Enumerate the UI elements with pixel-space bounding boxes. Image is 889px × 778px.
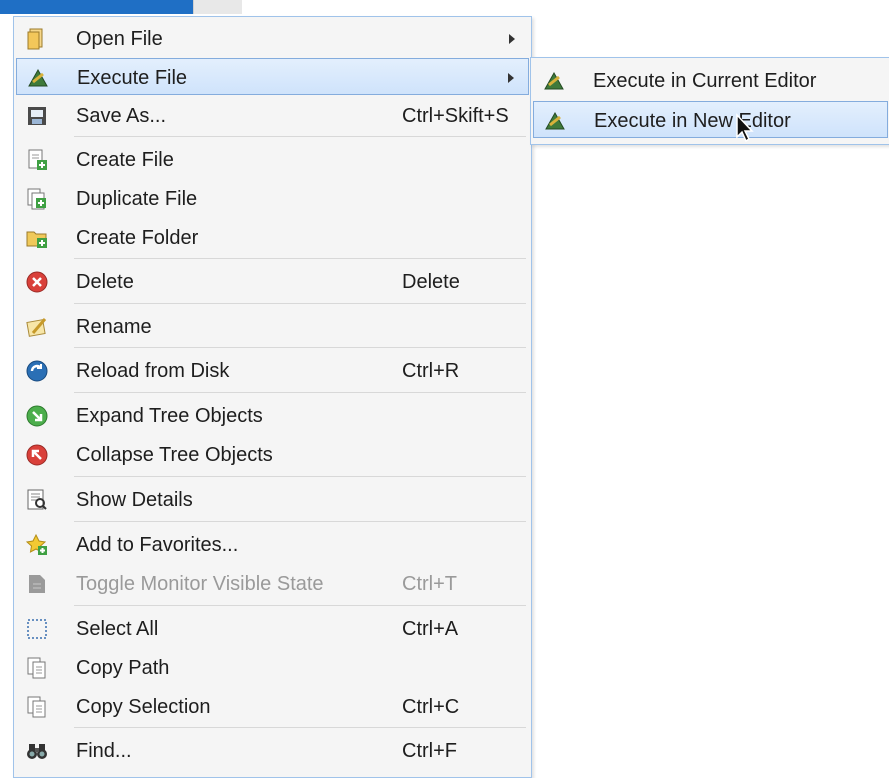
submenu-item-label: Execute in Current Editor [593,70,817,92]
menu-item-copy-path[interactable]: Copy Path [16,649,529,686]
favorites-star-icon [25,533,49,557]
menu-item-label: Rename [76,316,152,338]
delete-icon [25,270,49,294]
monitor-icon [25,572,49,596]
details-icon [25,488,49,512]
execute-icon [543,109,567,133]
menu-separator [74,605,526,606]
submenu-item-label: Execute in New Editor [594,110,791,132]
menu-item-select-all[interactable]: Select All Ctrl+A [16,610,529,647]
menu-item-label: Collapse Tree Objects [76,444,273,466]
menu-item-label: Add to Favorites... [76,534,239,556]
create-file-icon [25,148,49,172]
menu-item-save-as[interactable]: Save As... Ctrl+Skift+S [16,97,529,134]
menu-item-toggle-monitor[interactable]: Toggle Monitor Visible State Ctrl+T [16,565,529,602]
menu-item-label: Find... [76,740,132,762]
collapse-icon [25,443,49,467]
copy-path-icon [25,656,49,680]
menu-item-label: Execute File [77,67,188,89]
menu-item-shortcut: Ctrl+C [402,696,460,718]
menu-item-label: Duplicate File [76,188,198,210]
menu-separator [74,136,526,137]
menu-item-show-details[interactable]: Show Details [16,481,529,518]
menu-separator [74,476,526,477]
menu-separator [74,727,526,728]
submenu-arrow-icon [508,73,514,83]
background-tab [0,0,193,14]
menu-item-create-file[interactable]: Create File [16,141,529,178]
background-panel [193,0,242,14]
menu-item-reload[interactable]: Reload from Disk Ctrl+R [16,352,529,389]
execute-submenu: Execute in Current Editor Execute in New… [530,57,889,145]
execute-icon [26,66,50,90]
menu-item-rename[interactable]: Rename [16,308,529,345]
menu-item-shortcut: Ctrl+Skift+S [402,105,509,127]
menu-item-label: Create File [76,149,174,171]
duplicate-file-icon [25,187,49,211]
menu-separator [74,303,526,304]
binoculars-icon [25,739,49,763]
menu-item-collapse-tree[interactable]: Collapse Tree Objects [16,436,529,473]
folder-open-icon [25,27,49,51]
context-menu: Open File Execute File Save As... Ctrl+S… [13,16,532,778]
menu-item-label: Copy Selection [76,696,211,718]
menu-item-label: Select All [76,618,159,640]
menu-separator [74,258,526,259]
menu-item-shortcut: Ctrl+R [402,360,460,382]
menu-item-add-favorites[interactable]: Add to Favorites... [16,526,529,563]
submenu-item-execute-new[interactable]: Execute in New Editor [533,101,888,138]
menu-item-label: Expand Tree Objects [76,405,263,427]
menu-item-label: Toggle Monitor Visible State [76,573,324,595]
submenu-item-execute-current[interactable]: Execute in Current Editor [533,62,888,99]
menu-item-shortcut: Ctrl+A [402,618,459,640]
save-as-icon [25,104,49,128]
menu-item-expand-tree[interactable]: Expand Tree Objects [16,397,529,434]
menu-item-find[interactable]: Find... Ctrl+F [16,732,529,769]
create-folder-icon [25,226,49,250]
menu-separator [74,521,526,522]
menu-item-shortcut: Ctrl+T [402,573,457,595]
menu-item-label: Reload from Disk [76,360,230,382]
menu-item-shortcut: Delete [402,271,460,293]
menu-item-label: Show Details [76,489,193,511]
menu-item-copy-selection[interactable]: Copy Selection Ctrl+C [16,688,529,725]
menu-separator [74,392,526,393]
execute-icon [542,69,566,93]
menu-item-delete[interactable]: Delete Delete [16,263,529,300]
mouse-cursor-icon [736,113,754,143]
menu-item-label: Delete [76,271,134,293]
menu-item-label: Open File [76,28,163,50]
menu-item-shortcut: Ctrl+F [402,740,457,762]
menu-item-label: Copy Path [76,657,170,679]
menu-item-label: Save As... [76,105,167,127]
copy-selection-icon [25,695,49,719]
menu-item-open-file[interactable]: Open File [16,20,529,57]
expand-icon [25,404,49,428]
menu-separator [74,347,526,348]
reload-icon [25,359,49,383]
menu-item-create-folder[interactable]: Create Folder [16,219,529,256]
submenu-arrow-icon [509,34,515,44]
menu-item-label: Create Folder [76,227,199,249]
menu-item-duplicate-file[interactable]: Duplicate File [16,180,529,217]
menu-item-execute-file[interactable]: Execute File [16,58,529,95]
select-all-icon [25,617,49,641]
rename-icon [25,315,49,339]
